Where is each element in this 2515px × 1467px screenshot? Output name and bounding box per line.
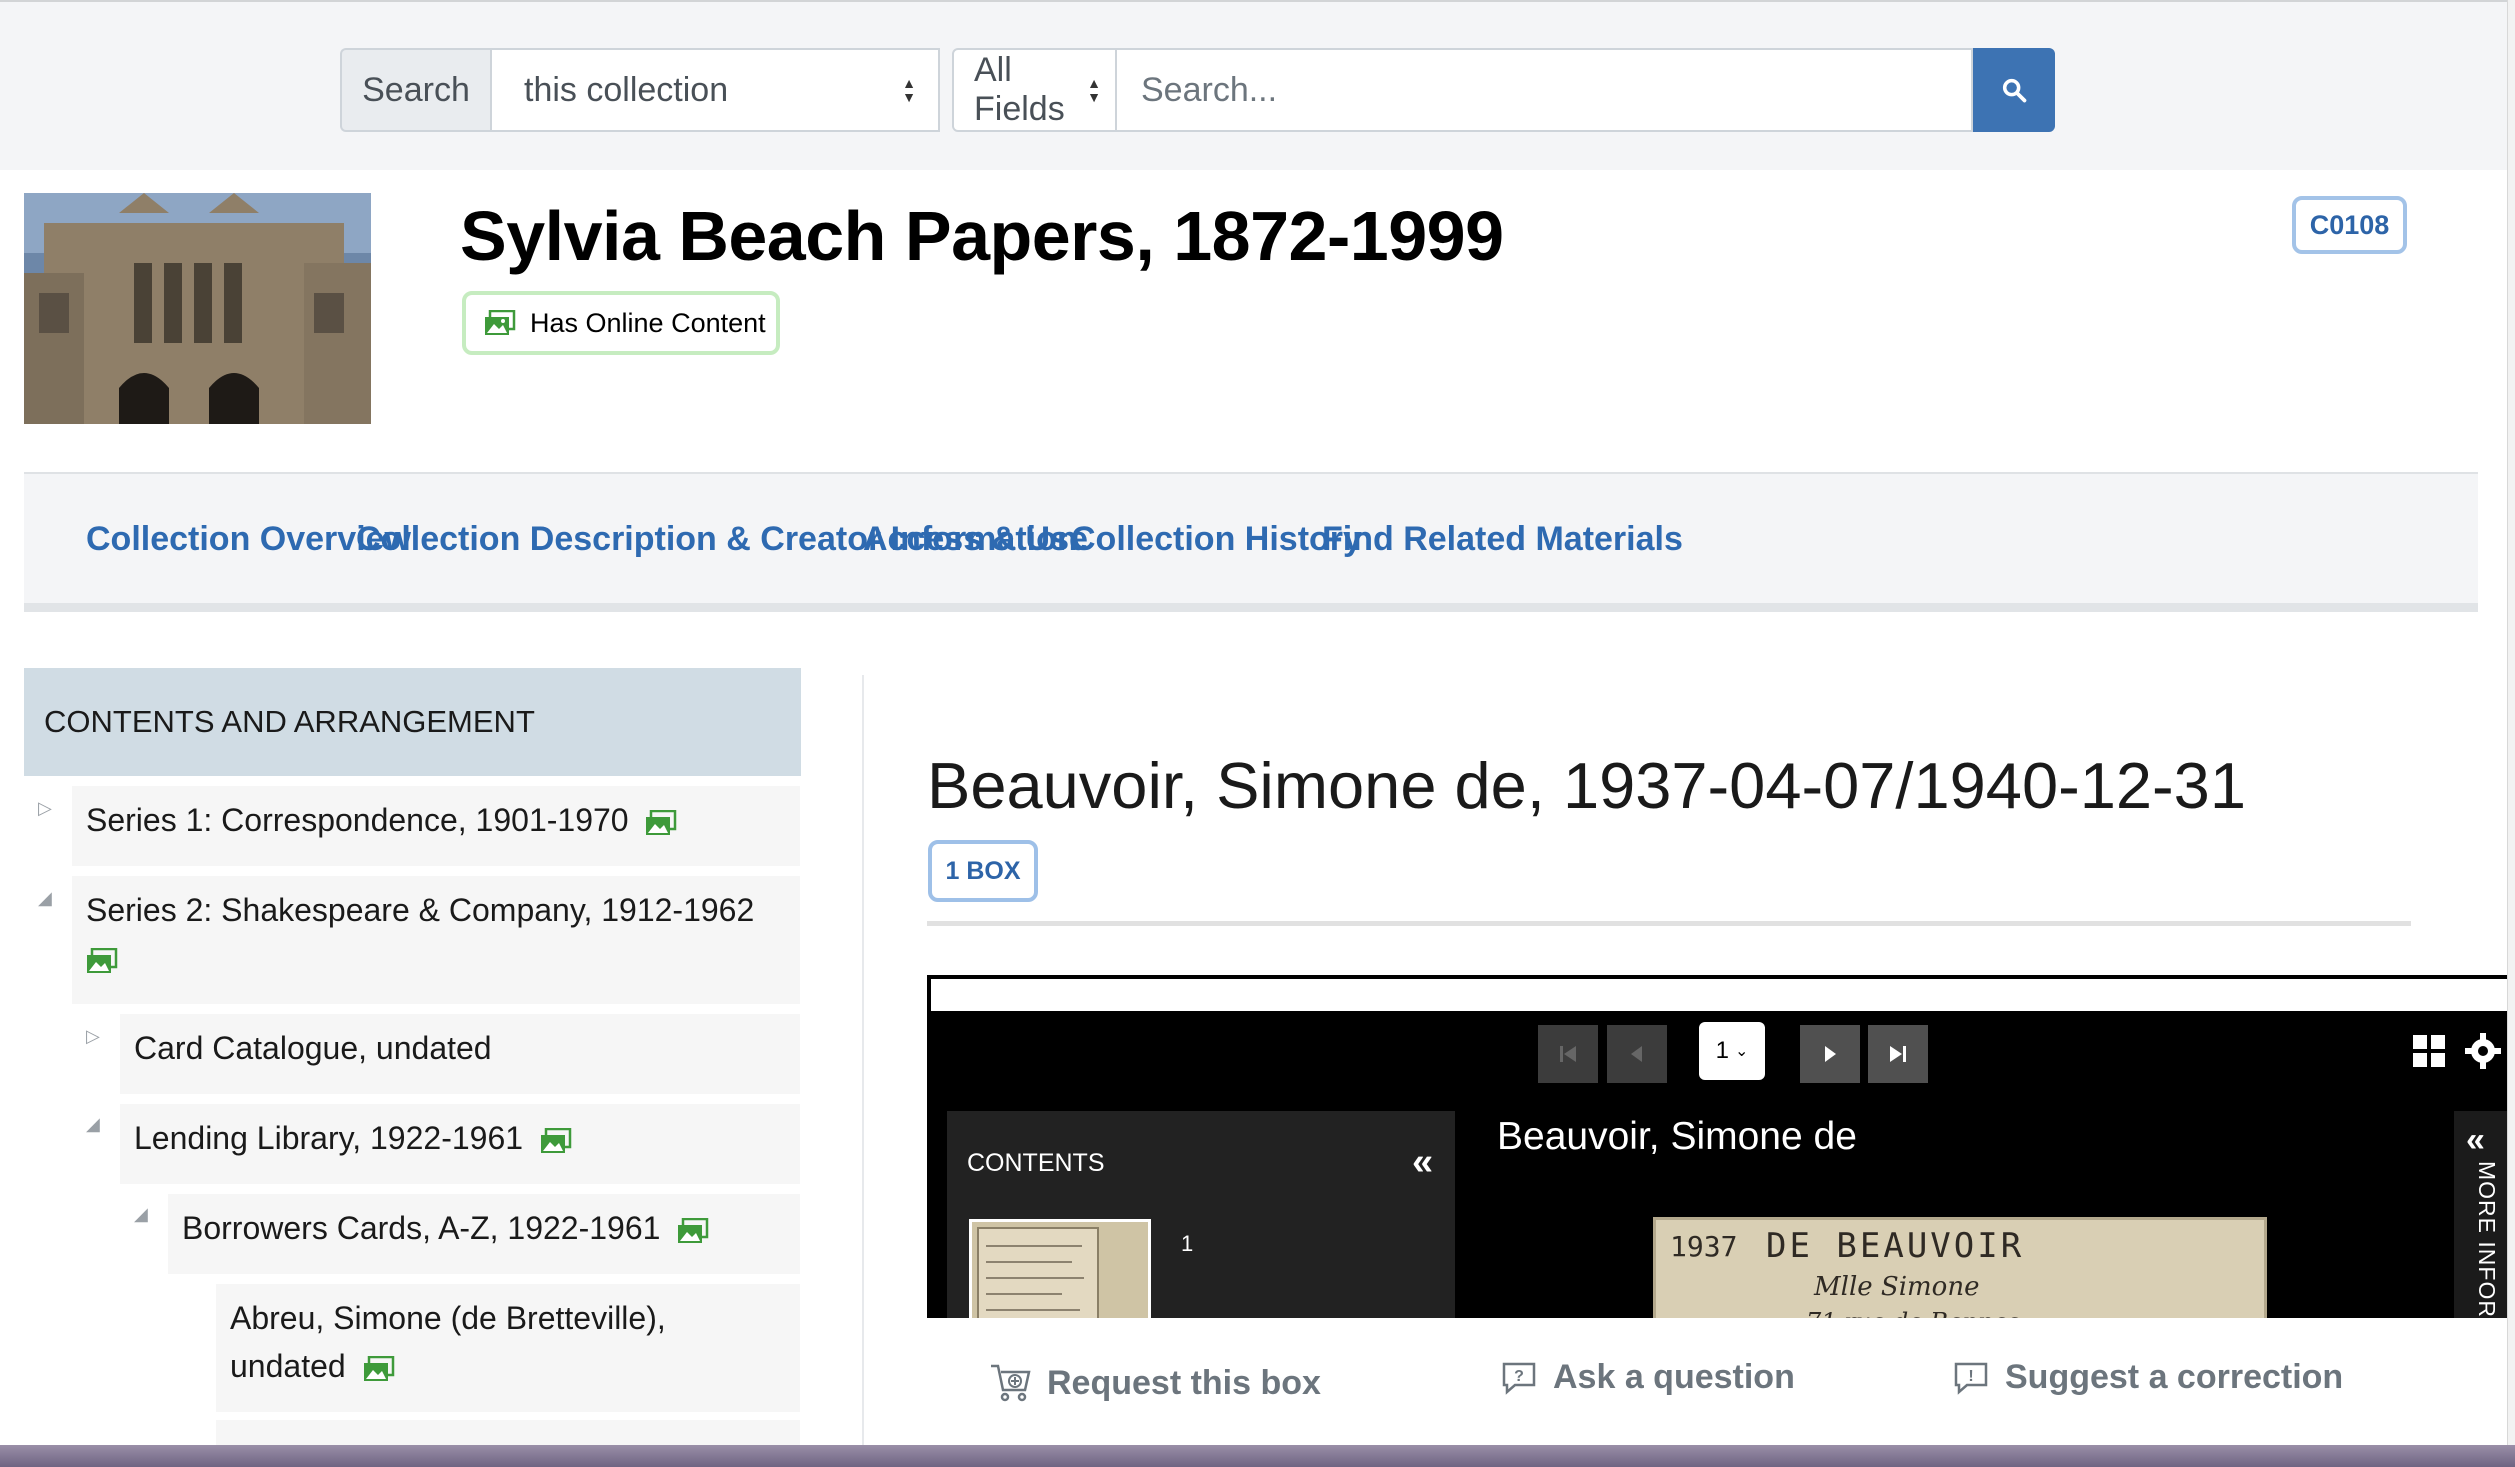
- online-content-icon: [678, 1217, 709, 1243]
- online-content-icon: [87, 947, 118, 973]
- tree-item-label: Card Catalogue, undated: [134, 1030, 492, 1066]
- search-icon: [2002, 78, 2027, 103]
- suggest-correction-label: Suggest a correction: [2005, 1358, 2344, 1396]
- previous-page-button[interactable]: [1607, 1025, 1667, 1083]
- last-page-icon: [1890, 1046, 1906, 1062]
- search-group: Search this collection ▲ ▼ All Fields ▲ ▼ …: [340, 48, 2055, 132]
- collapse-caret-icon[interactable]: ◢: [86, 1114, 100, 1135]
- more-information-label: MORE INFORMATION: [2474, 1161, 2500, 1318]
- gear-icon[interactable]: [2463, 1031, 2503, 1071]
- question-bubble-icon: ?: [1502, 1362, 1536, 1395]
- page-select[interactable]: 1 ⌄: [1699, 1022, 1765, 1080]
- tree-item-series-2[interactable]: Series 2: Shakespeare & Company, 1912-19…: [72, 876, 800, 1004]
- tab-collection-history[interactable]: Collection History: [1071, 520, 1362, 559]
- tree-item-abreu-simone[interactable]: Abreu, Simone (de Bretteville), undated: [216, 1284, 800, 1412]
- expand-panel-icon[interactable]: «: [2466, 1121, 2485, 1160]
- select-arrows-icon: ▲ ▼: [902, 75, 916, 105]
- os-dock: [0, 1445, 2515, 1467]
- collection-id-badge: C0108: [2292, 196, 2407, 254]
- next-page-button[interactable]: [1800, 1025, 1860, 1083]
- first-page-button[interactable]: [1538, 1025, 1598, 1083]
- tree-item-series-1[interactable]: Series 1: Correspondence, 1901-1970: [72, 786, 800, 866]
- suggest-correction-button[interactable]: ! Suggest a correction: [1953, 1358, 2343, 1397]
- collapse-caret-icon[interactable]: ◢: [38, 888, 52, 909]
- cart-icon: [991, 1364, 1031, 1402]
- contents-panel-label: CONTENTS: [967, 1149, 1105, 1177]
- tree-item-label: Series 2: Shakespeare & Company, 1912-19…: [86, 892, 755, 928]
- contents-arrangement-header: CONTENTS AND ARRANGEMENT: [24, 668, 801, 776]
- collapse-panel-icon[interactable]: «: [1412, 1141, 1433, 1184]
- digital-object-viewer[interactable]: 1 ⌄ CONTENTS « 1 Beauvoir, Simone de 193…: [927, 975, 2515, 1318]
- tree-item-label: Abreu, Simone (de Bretteville), undated: [230, 1300, 666, 1384]
- page-thumbnail[interactable]: [969, 1219, 1151, 1318]
- card-year: 1937: [1670, 1230, 1738, 1263]
- previous-page-icon: [1631, 1046, 1642, 1062]
- search-button[interactable]: [1973, 48, 2055, 132]
- has-online-content-badge: Has Online Content: [462, 291, 780, 355]
- library-building-photo: [24, 193, 371, 424]
- grid-view-icon[interactable]: [2411, 1033, 2447, 1069]
- search-placeholder: Search...: [1141, 70, 1278, 109]
- tab-find-related-materials[interactable]: Find Related Materials: [1322, 520, 1683, 559]
- last-page-button[interactable]: [1868, 1025, 1928, 1083]
- search-gap: [940, 48, 952, 132]
- expand-caret-icon[interactable]: ▷: [38, 798, 52, 819]
- tree-item-label: Lending Library, 1922-1961: [134, 1120, 524, 1156]
- svg-text:!: !: [1968, 1368, 1973, 1385]
- collapse-caret-icon[interactable]: ◢: [134, 1204, 148, 1225]
- online-content-icon: [646, 809, 677, 835]
- search-scope-value: this collection: [524, 70, 729, 109]
- tree-item-borrowers-cards[interactable]: Borrowers Cards, A-Z, 1922-1961: [168, 1194, 800, 1274]
- search-scope-select[interactable]: this collection ▲ ▼: [490, 48, 940, 132]
- exclamation-bubble-icon: !: [1954, 1362, 1988, 1395]
- card-name: DE BEAUVOIR: [1766, 1226, 2025, 1266]
- search-field-select[interactable]: All Fields ▲ ▼: [952, 48, 1117, 132]
- svg-text:?: ?: [1514, 1368, 1524, 1385]
- request-box-button[interactable]: Request this box: [989, 1362, 1321, 1404]
- viewer-top-frame: [927, 975, 2515, 1015]
- online-content-icon: [540, 1127, 572, 1153]
- online-content-icon: [363, 1355, 394, 1381]
- search-input[interactable]: Search...: [1117, 48, 1973, 132]
- expand-caret-icon[interactable]: ▷: [86, 1026, 100, 1047]
- online-content-icon: [485, 310, 516, 335]
- ask-question-button[interactable]: ? Ask a question: [1501, 1358, 1795, 1397]
- collection-title: Sylvia Beach Papers, 1872-1999: [460, 197, 1504, 275]
- search-label: Search: [340, 48, 490, 132]
- request-box-label: Request this box: [1047, 1363, 1321, 1402]
- item-title: Beauvoir, Simone de, 1937-04-07/1940-12-…: [927, 749, 2246, 822]
- tree-item-label: Series 1: Correspondence, 1901-1970: [86, 802, 629, 838]
- has-online-content-label: Has Online Content: [530, 307, 766, 338]
- tree-item-label: Borrowers Cards, A-Z, 1922-1961: [182, 1210, 661, 1246]
- contents-panel: CONTENTS « 1: [947, 1111, 1455, 1318]
- search-field-value: All Fields: [974, 51, 1065, 128]
- next-page-icon: [1825, 1046, 1836, 1062]
- action-bar: Request this box ? Ask a question ! Sugg…: [927, 1318, 2411, 1450]
- tree-item-card-catalogue[interactable]: Card Catalogue, undated: [120, 1014, 800, 1094]
- page-select-value: 1: [1715, 1037, 1729, 1064]
- card-address: 71 rue de Rennes: [1806, 1308, 2020, 1318]
- box-count-badge: 1 BOX: [928, 840, 1038, 902]
- borrower-card-image: 1937 DE BEAUVOIR Mlle Simone 71 rue de R…: [1653, 1217, 2267, 1318]
- collection-nav: Collection Overview Collection Descripti…: [24, 472, 2478, 612]
- column-divider: [862, 675, 864, 1445]
- window-edge: [2507, 0, 2515, 1445]
- title-divider: [927, 921, 2411, 926]
- chevron-down-icon: ⌄: [1734, 1043, 1749, 1060]
- thumbnail-number: 1: [1181, 1231, 1194, 1256]
- first-page-icon: [1560, 1046, 1576, 1062]
- tree-item-next-partial: [216, 1420, 800, 1445]
- card-first-name: Mlle Simone: [1814, 1272, 1980, 1302]
- tree-item-lending-library[interactable]: Lending Library, 1922-1961: [120, 1104, 800, 1184]
- select-arrows-icon: ▲ ▼: [1087, 75, 1101, 105]
- tab-access-use[interactable]: Access & Use: [863, 520, 1088, 559]
- more-information-panel[interactable]: « MORE INFORMATION: [2454, 1111, 2515, 1318]
- viewer-item-title: Beauvoir, Simone de: [1497, 1115, 1857, 1158]
- ask-question-label: Ask a question: [1553, 1358, 1795, 1396]
